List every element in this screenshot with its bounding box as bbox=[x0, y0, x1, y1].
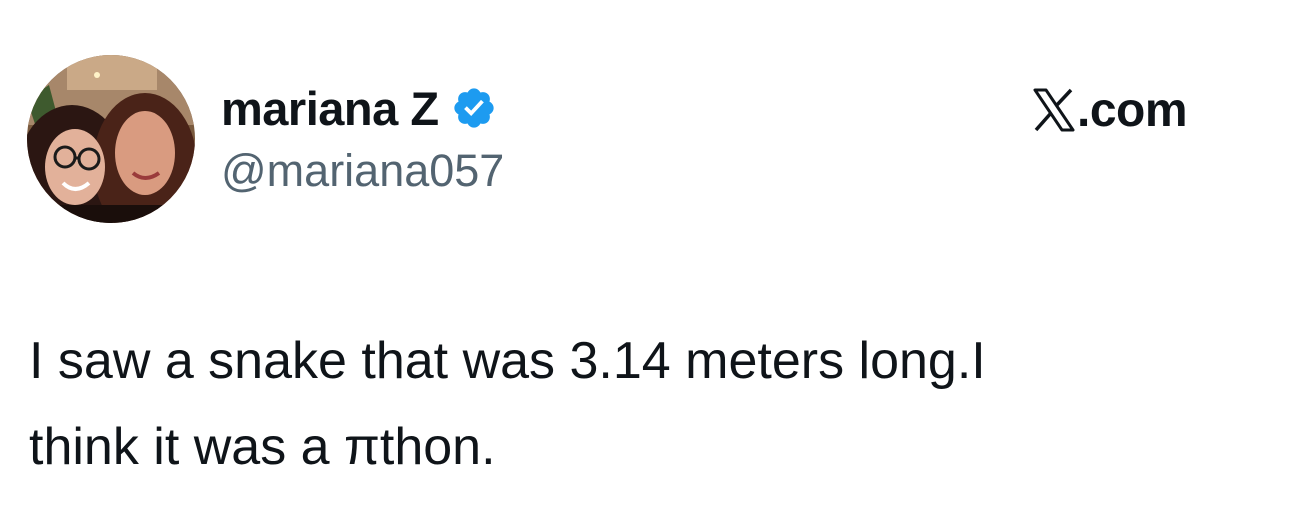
avatar[interactable] bbox=[27, 55, 195, 223]
x-logo-icon bbox=[1033, 88, 1075, 132]
avatar-photo bbox=[27, 55, 195, 223]
brand-domain-text: .com bbox=[1077, 83, 1188, 137]
display-name[interactable]: mariana Z bbox=[221, 81, 439, 136]
tweet-text-line: think it was a πthon. bbox=[29, 418, 496, 476]
author-handle[interactable]: @mariana057 bbox=[221, 145, 504, 197]
author-name-row[interactable]: mariana Z bbox=[221, 80, 497, 136]
verified-badge-icon bbox=[451, 85, 497, 131]
brand-link[interactable]: .com bbox=[1033, 82, 1188, 138]
tweet-text: I saw a snake that was 3.14 meters long.… bbox=[29, 318, 1269, 490]
tweet-text-line: I saw a snake that was 3.14 meters long.… bbox=[29, 332, 986, 390]
